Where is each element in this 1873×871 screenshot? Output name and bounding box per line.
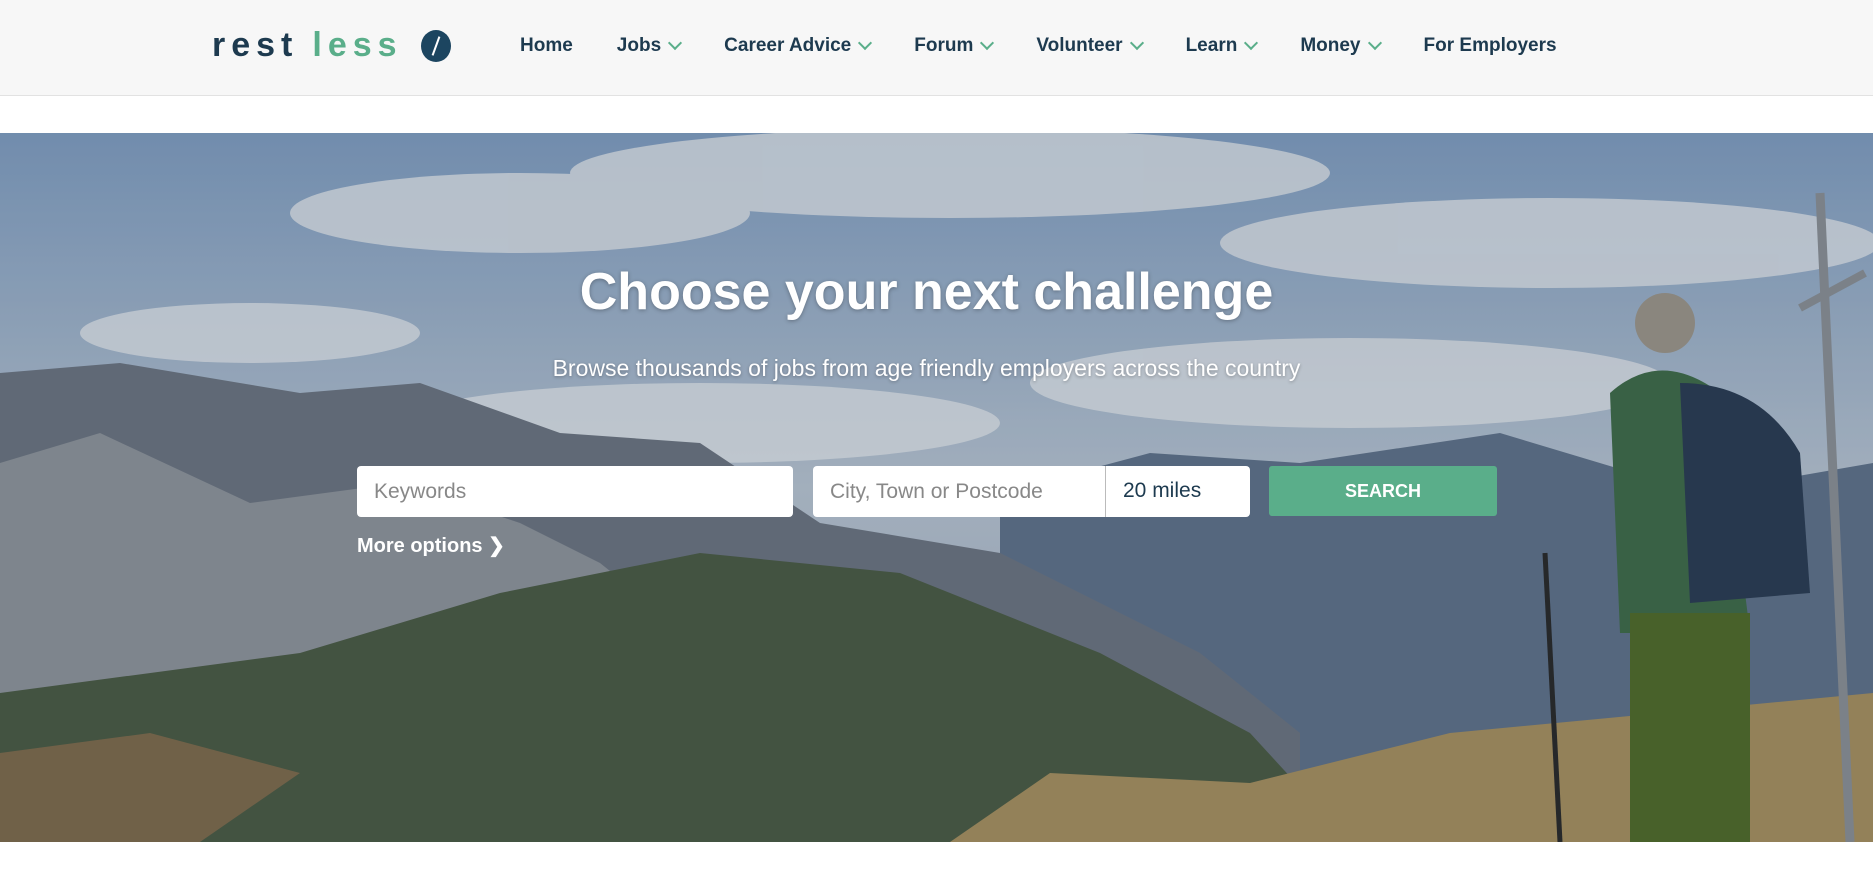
logo-word-less: less	[312, 26, 403, 64]
more-options-label: More options	[357, 535, 483, 557]
chevron-down-icon	[858, 35, 873, 51]
nav-label: Volunteer	[1036, 35, 1123, 56]
radius-select[interactable]: 20 miles	[1105, 466, 1250, 517]
chevron-down-icon	[1244, 35, 1259, 51]
nav-home[interactable]: Home	[520, 35, 573, 57]
nav-label: Home	[520, 35, 573, 56]
rest-less-logo[interactable]: rest less	[212, 26, 451, 65]
nav-label: Forum	[914, 35, 974, 56]
main-nav: Home Jobs Career Advice Forum Volunteer …	[520, 0, 1601, 92]
location-input[interactable]	[813, 466, 1105, 517]
chevron-down-icon	[668, 35, 683, 51]
nav-career-advice[interactable]: Career Advice	[724, 35, 873, 57]
chevron-right-icon: ❯	[488, 535, 505, 557]
keywords-input[interactable]	[357, 466, 793, 517]
site-header: rest less Home Jobs Career Advice Forum …	[0, 0, 1873, 96]
nav-label: Learn	[1185, 35, 1238, 56]
nav-label: Jobs	[616, 35, 662, 56]
nav-label: Money	[1300, 35, 1361, 56]
chevron-down-icon	[1367, 35, 1382, 51]
chevron-down-icon	[1129, 35, 1144, 51]
logo-compass-icon	[420, 29, 451, 62]
hero-title: Choose your next challenge	[579, 263, 1274, 321]
nav-volunteer[interactable]: Volunteer	[1036, 35, 1144, 57]
chevron-down-icon	[980, 35, 995, 51]
nav-for-employers[interactable]: For Employers	[1424, 35, 1557, 57]
hero-subtitle: Browse thousands of jobs from age friend…	[552, 355, 1301, 381]
logo-word-rest: rest	[212, 26, 299, 64]
nav-forum[interactable]: Forum	[914, 35, 995, 57]
nav-learn[interactable]: Learn	[1185, 35, 1259, 57]
nav-money[interactable]: Money	[1300, 35, 1382, 57]
more-options-link[interactable]: More options ❯	[357, 533, 505, 558]
nav-label: For Employers	[1423, 35, 1557, 56]
search-button[interactable]: SEARCH	[1269, 466, 1497, 516]
nav-label: Career Advice	[724, 35, 852, 56]
nav-jobs[interactable]: Jobs	[616, 35, 683, 57]
